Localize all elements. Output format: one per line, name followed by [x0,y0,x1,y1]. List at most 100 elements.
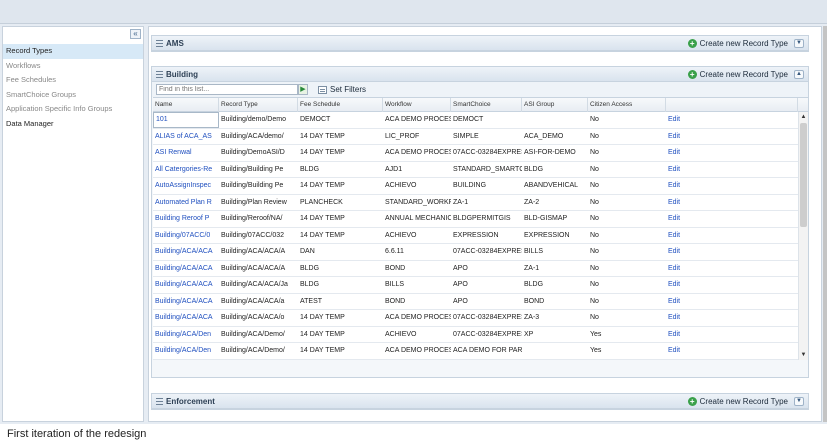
panel-header-enforcement[interactable]: Enforcement + Create new Record Type ▼ [152,394,808,409]
cell-smartchoice: 07ACC-03284EXPRESS [453,314,522,321]
cell-name[interactable]: Building Reroof P [153,211,219,227]
search-input[interactable] [156,84,298,95]
scroll-down-icon[interactable]: ▼ [799,350,808,360]
table-row[interactable]: Building/ACA/ACA Building/ACA/ACA/A BLDG BO… [153,261,801,277]
grip-icon [156,398,163,405]
table-row[interactable]: Building/ACA/ACA Building/ACA/ACA/A DAN 6.6… [153,244,801,261]
cell-name[interactable]: AutoAssignInspec [153,178,219,194]
table-row[interactable]: Building/ACA/ACA Building/ACA/ACA/a ATEST B… [153,294,801,310]
edit-link[interactable]: Edit [666,145,706,161]
cell-name[interactable]: ALIAS of ACA_AS [153,129,219,145]
grip-icon [156,40,163,47]
cell-record-type: Building/ACA/ACA/A [221,248,286,255]
column-header-record-type[interactable]: Record Type [219,98,298,112]
cell-name[interactable]: All Catergories-Re [153,162,219,178]
go-arrow-icon[interactable]: ▶ [298,84,308,95]
edit-link[interactable]: Edit [666,228,706,244]
edit-link[interactable]: Edit [666,294,706,310]
table-row[interactable]: ALIAS of ACA_AS Building/ACA/demo/14 DAY … [153,129,801,145]
sidebar-item-smartchoice-groups[interactable]: SmartChoice Groups [3,88,143,103]
edit-link[interactable]: Edit [666,211,706,227]
column-header-citizen-access[interactable]: Citizen Access [588,98,666,112]
edit-link[interactable]: Edit [666,129,706,145]
cell-asi-group: BLD-GISMAP [524,215,568,222]
sidebar-item-workflows[interactable]: Workflows [3,59,143,74]
cell-citizen-access: No [590,116,599,123]
cell-record-type: Building/ACA/ACA/Ja [221,281,288,288]
edit-link[interactable]: Edit [666,327,706,343]
create-record-type-button-enforcement[interactable]: + Create new Record Type [687,394,788,409]
edit-link[interactable]: Edit [666,162,706,178]
panel-header-ams[interactable]: AMS + Create new Record Type ▼ [152,36,808,51]
create-record-type-button-ams[interactable]: + Create new Record Type [687,36,788,51]
cell-name[interactable]: Building/ACA/Den [153,343,219,359]
cell-fee-schedule: 14 DAY TEMP [300,231,345,239]
cell-name[interactable]: Building/ACA/ACA [153,277,219,293]
chevron-down-icon[interactable]: ▼ [794,39,804,48]
cell-name[interactable]: 101 [153,112,219,128]
create-record-type-button-building[interactable]: + Create new Record Type [687,67,788,82]
table-row[interactable]: ASI Renwal Building/DemoASI/D 14 DAY TEMP A… [153,145,801,162]
scroll-thumb[interactable] [800,123,807,227]
cell-asi-group: ASI-FOR-DEMO [524,149,576,156]
table-row[interactable]: All Catergories-Re Building/Building Pe BL… [153,162,801,178]
cell-record-type: Building/DemoASI/D [221,149,285,156]
cell-name[interactable]: Building/ACA/ACA [153,294,219,310]
scroll-up-icon[interactable]: ▲ [799,112,808,122]
cell-name[interactable]: Automated Plan R [153,195,219,211]
cell-record-type: Building/Building Pe [221,165,284,173]
column-header-smartchoice[interactable]: SmartChoice [451,98,522,112]
sidebar-item-fee-schedules[interactable]: Fee Schedules [3,73,143,88]
cell-name[interactable]: Building/ACA/ACA [153,310,219,326]
cell-name[interactable]: Building/ACA/ACA [153,244,219,260]
edit-link[interactable]: Edit [666,244,706,260]
edit-link[interactable]: Edit [666,261,706,277]
cell-asi-group: ZA-3 [524,314,540,321]
column-header-workflow[interactable]: Workflow [383,98,451,112]
set-filters-button[interactable]: Set Filters [318,83,366,96]
cell-citizen-access: No [590,132,599,140]
table-row[interactable]: Building Reroof P Building/Reroof/NA/14 D… [153,211,801,228]
table-row[interactable]: Building/ACA/Den Building/ACA/Demo/14 DAY… [153,327,801,343]
page-scrollbar[interactable] [823,26,827,422]
cell-name[interactable]: ASI Renwal [153,145,219,161]
cell-workflow: ACA DEMO PROCESS [385,116,451,123]
edit-link[interactable]: Edit [666,343,706,359]
column-header-fee-schedule[interactable]: Fee Schedule [298,98,383,112]
grid-body: 101 Building/demo/Demo DEMOCT ACA DEMO PROC… [153,112,808,360]
grid-header: Name Record Type Fee Schedule Workflow S… [153,98,808,112]
table-row[interactable]: Building/07ACC/0 Building/07ACC/032 14 DAY… [153,228,801,244]
table-row[interactable]: Building/ACA/ACA Building/ACA/ACA/o 14 DAY… [153,310,801,327]
edit-link[interactable]: Edit [666,195,706,211]
double-chevron-left-icon[interactable]: « [130,29,141,39]
chevron-down-icon[interactable]: ▼ [794,397,804,406]
cell-name[interactable]: Building/ACA/Den [153,327,219,343]
grid-scrollbar[interactable]: ▲ ▼ [798,112,808,360]
set-filters-label: Set Filters [330,85,367,94]
sidebar-item-record-types[interactable]: Record Types [3,44,143,59]
table-row[interactable]: Building/ACA/Den Building/ACA/Demo/14 DAY… [153,343,801,360]
cell-name[interactable]: Building/ACA/ACA [153,261,219,277]
cell-asi-group: ZA-2 [524,198,540,206]
cell-asi-group [522,343,588,359]
cell-name[interactable]: Building/07ACC/0 [153,228,219,244]
table-row[interactable]: 101 Building/demo/Demo DEMOCT ACA DEMO PROC… [153,112,801,129]
column-header-asi-group[interactable]: ASI Group [522,98,588,112]
cell-smartchoice: 07ACC-03284EXPRESS [453,149,522,156]
table-row[interactable]: AutoAssignInspec Building/Building Pe 14 D… [153,178,801,195]
edit-link[interactable]: Edit [666,178,706,194]
table-row[interactable]: Automated Plan R Building/Plan Review PLAN… [153,195,801,211]
cell-workflow: LIC_PROF [385,132,420,140]
page-scroll-thumb[interactable] [823,26,827,422]
sidebar-item-data-manager[interactable]: Data Manager [3,117,143,132]
edit-link[interactable]: Edit [666,112,706,128]
cell-fee-schedule: BLDG [300,281,320,288]
sidebar-item-asi-groups[interactable]: Application Specific Info Groups [3,102,143,117]
cell-citizen-access: No [590,264,599,272]
chevron-up-icon[interactable]: ▲ [794,70,804,79]
column-header-name[interactable]: Name [153,98,219,112]
table-row[interactable]: Building/ACA/ACA Building/ACA/ACA/Ja BLDG B… [153,277,801,294]
panel-header-building[interactable]: Building + Create new Record Type ▲ [152,67,808,82]
edit-link[interactable]: Edit [666,277,706,293]
edit-link[interactable]: Edit [666,310,706,326]
